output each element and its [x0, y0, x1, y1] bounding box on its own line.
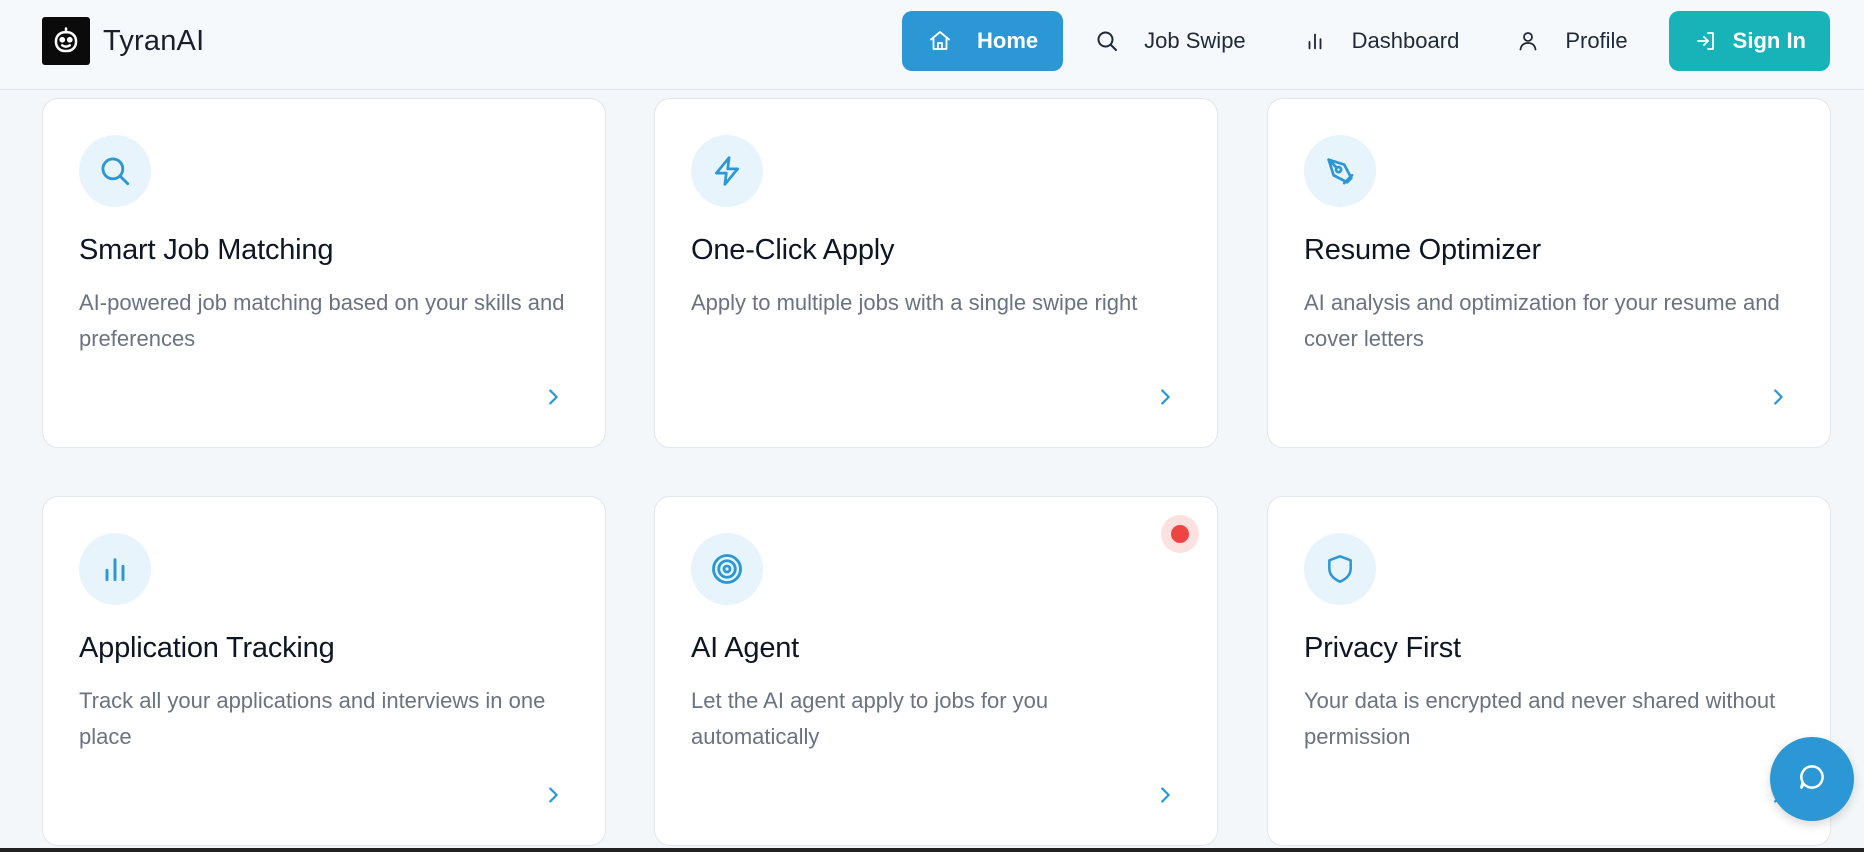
- top-navbar: TyranAI Home Job Swipe Dashboard Profile…: [0, 0, 1864, 90]
- search-icon: [79, 135, 151, 207]
- login-icon: [1693, 28, 1719, 54]
- feature-description: AI-powered job matching based on your sk…: [79, 290, 565, 351]
- pen-tool-icon: [1304, 135, 1376, 207]
- nav-label-profile: Profile: [1565, 28, 1628, 53]
- feature-card-ai-agent[interactable]: AI Agent Let the AI agent apply to jobs …: [654, 496, 1218, 846]
- sign-in-button[interactable]: Sign In: [1668, 11, 1830, 71]
- nav-item-home[interactable]: Home: [902, 11, 1064, 71]
- feature-description: AI analysis and optimization for your re…: [1304, 290, 1780, 351]
- robot-face-icon: [42, 17, 90, 65]
- sign-in-label: Sign In: [1732, 28, 1806, 53]
- feature-card-smart-job-matching[interactable]: Smart Job Matching AI-powered job matchi…: [42, 98, 606, 448]
- feature-description: Let the AI agent apply to jobs for you a…: [691, 688, 1049, 749]
- nav-item-dashboard[interactable]: Dashboard: [1277, 11, 1485, 71]
- chevron-right-icon[interactable]: [1766, 385, 1790, 409]
- chevron-right-icon[interactable]: [1153, 385, 1177, 409]
- brand-name: TyranAI: [103, 24, 205, 57]
- nav-label-dashboard: Dashboard: [1351, 28, 1460, 53]
- notification-dot: [1161, 515, 1199, 553]
- chevron-right-icon[interactable]: [541, 783, 565, 807]
- bar-chart-icon: [1302, 28, 1328, 54]
- feature-title: Resume Optimizer: [1304, 234, 1541, 266]
- feature-title: Application Tracking: [79, 632, 335, 664]
- feature-title: Smart Job Matching: [79, 234, 334, 266]
- chevron-right-icon[interactable]: [1153, 783, 1177, 807]
- search-icon: [1094, 28, 1120, 54]
- feature-description: Apply to multiple jobs with a single swi…: [691, 290, 1138, 315]
- main-nav: Home Job Swipe Dashboard Profile Sign In: [896, 11, 1830, 71]
- chat-bubble-icon: [1797, 762, 1827, 797]
- feature-description: Track all your applications and intervie…: [79, 688, 546, 749]
- shield-icon: [1304, 533, 1376, 605]
- nav-label-home: Home: [977, 28, 1039, 53]
- feature-card-application-tracking[interactable]: Application Tracking Track all your appl…: [42, 496, 606, 846]
- chat-button[interactable]: [1770, 737, 1854, 821]
- feature-card-resume-optimizer[interactable]: Resume Optimizer AI analysis and optimiz…: [1267, 98, 1831, 448]
- feature-card-one-click-apply[interactable]: One-Click Apply Apply to multiple jobs w…: [654, 98, 1218, 448]
- home-icon: [927, 28, 953, 54]
- feature-title: One-Click Apply: [691, 234, 895, 266]
- brand[interactable]: TyranAI: [42, 17, 204, 65]
- target-icon: [691, 533, 763, 605]
- lightning-icon: [691, 135, 763, 207]
- bar-chart-icon: [79, 533, 151, 605]
- user-icon: [1515, 28, 1541, 54]
- feature-title: AI Agent: [691, 632, 800, 664]
- feature-title: Privacy First: [1304, 632, 1461, 664]
- feature-card-privacy-first[interactable]: Privacy First Your data is encrypted and…: [1267, 496, 1831, 846]
- nav-item-job-swipe[interactable]: Job Swipe: [1069, 11, 1271, 71]
- taskbar-strip: [0, 848, 1864, 852]
- nav-label-job-swipe: Job Swipe: [1144, 28, 1246, 53]
- chevron-right-icon[interactable]: [541, 385, 565, 409]
- feature-description: Your data is encrypted and never shared …: [1304, 688, 1776, 749]
- nav-item-profile[interactable]: Profile: [1490, 11, 1652, 71]
